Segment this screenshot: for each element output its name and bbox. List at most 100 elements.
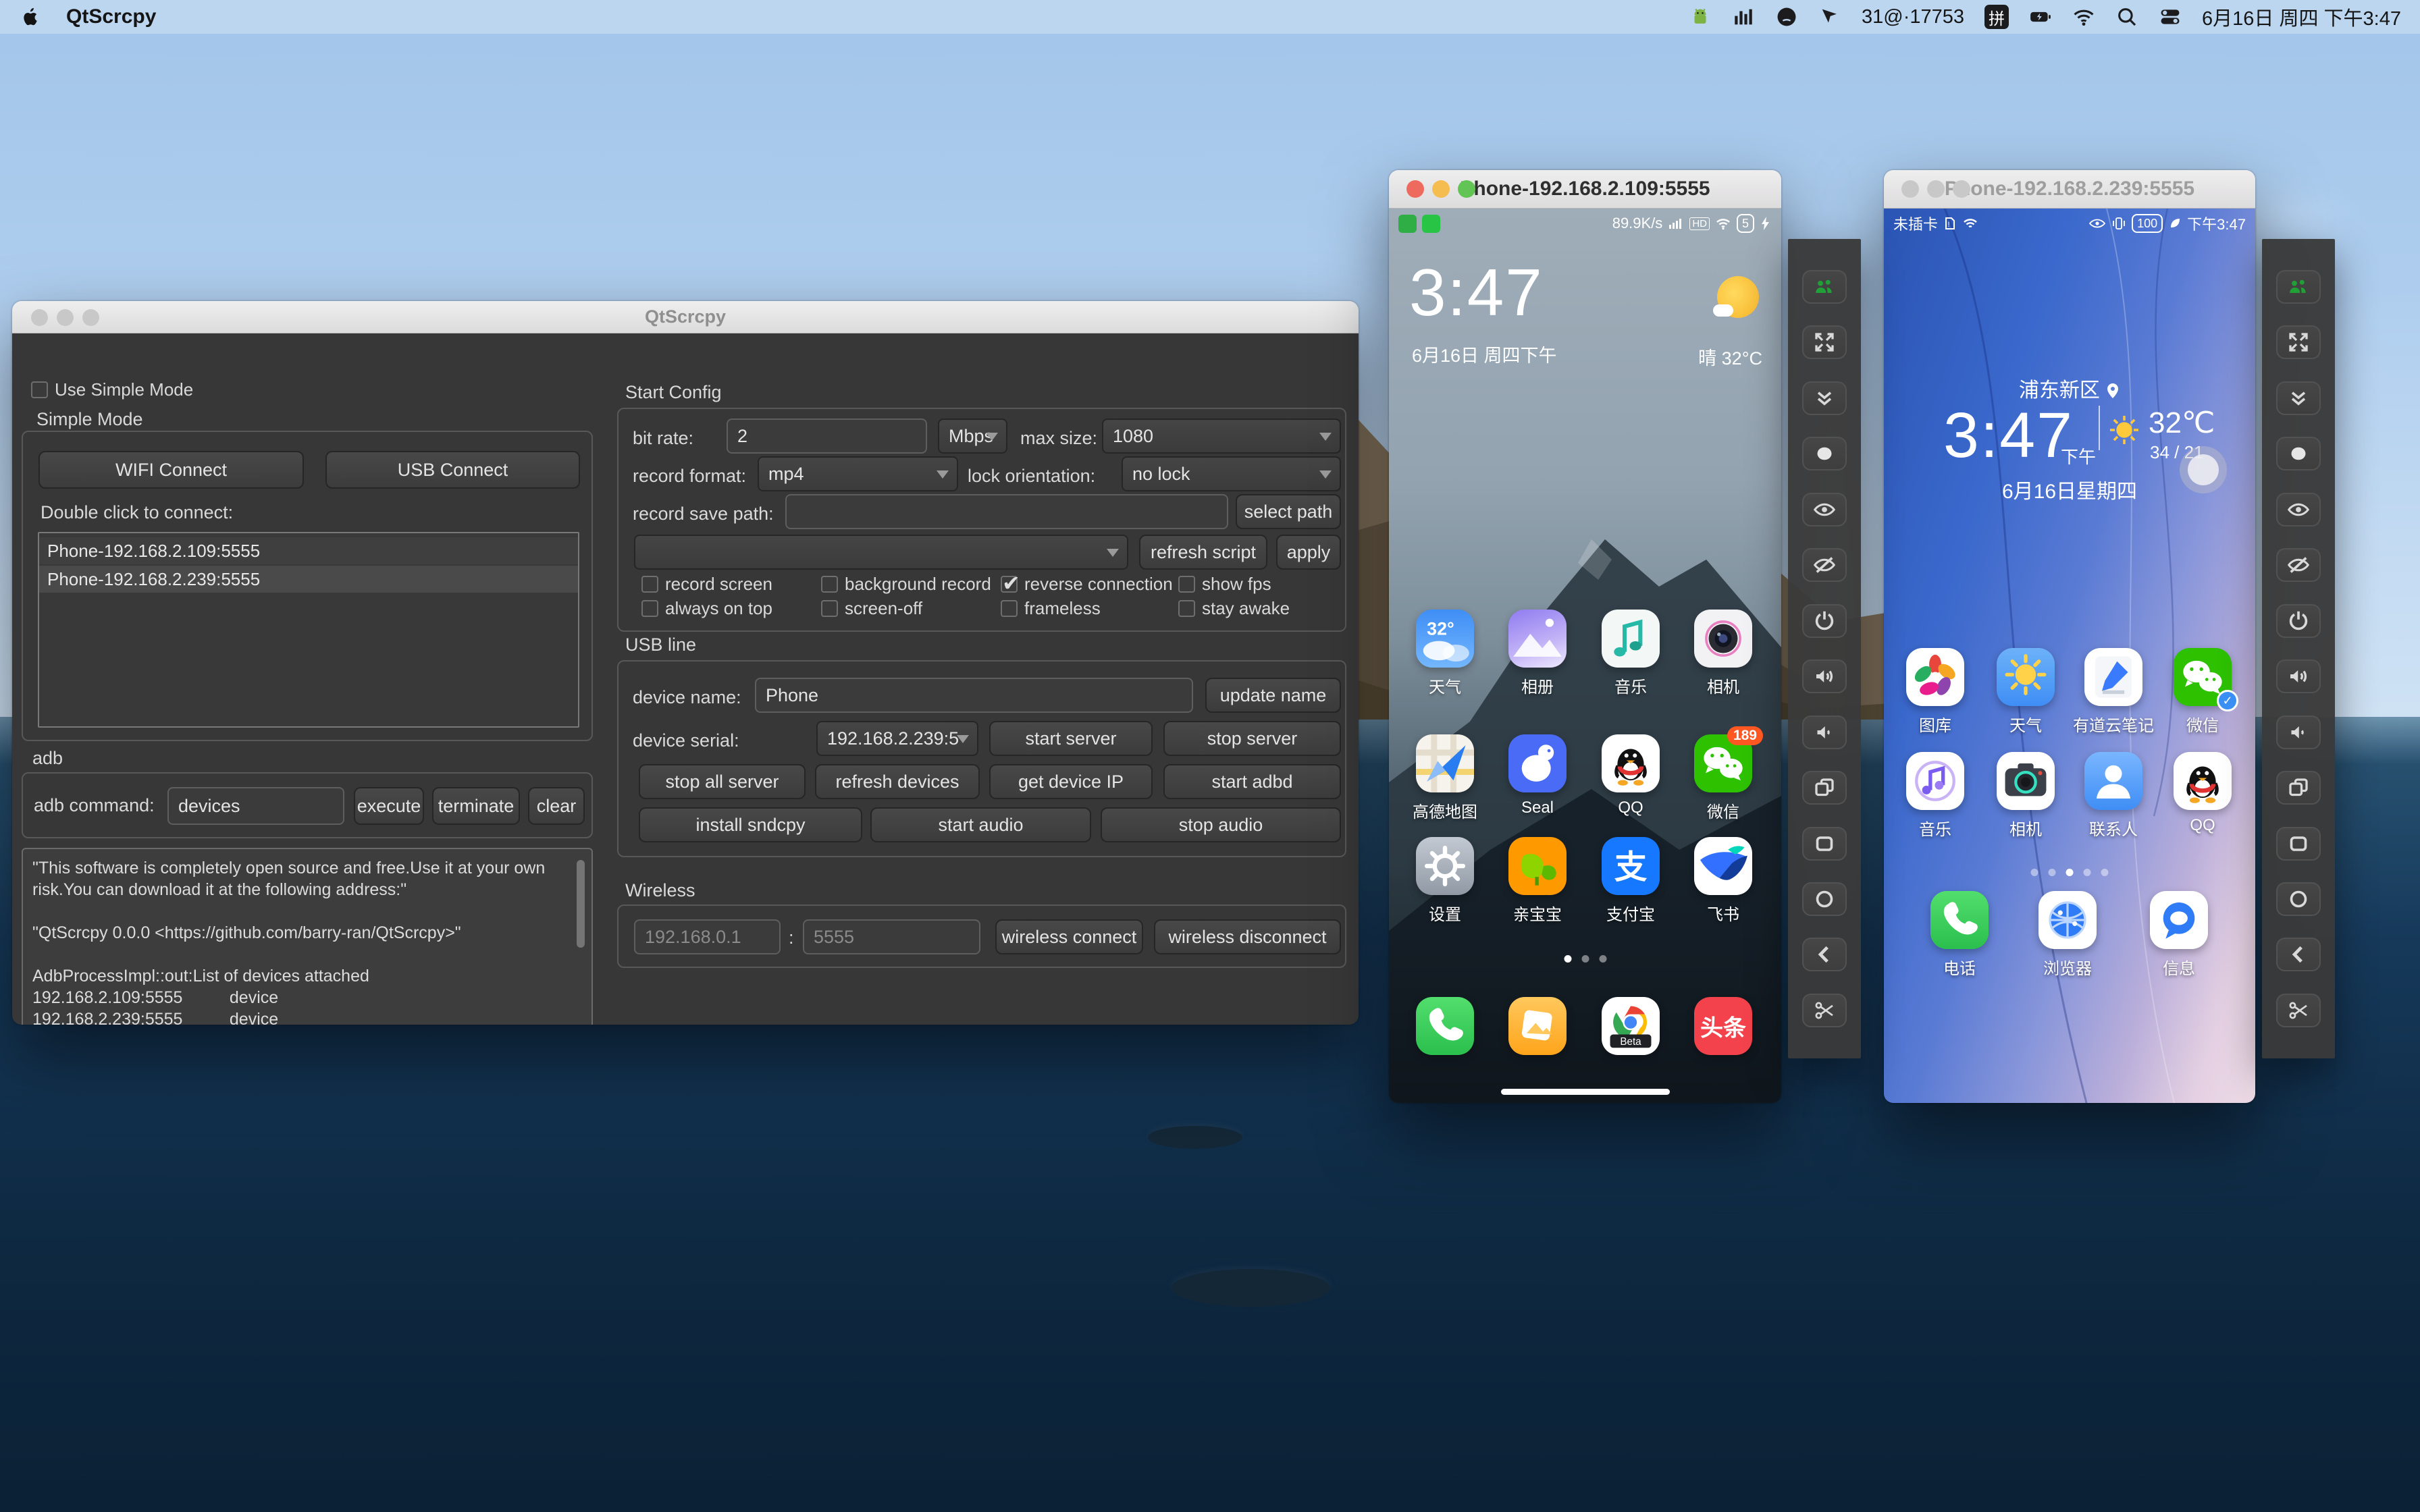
stop-audio-button[interactable]: stop audio [1101,807,1341,842]
apply-button[interactable]: apply [1276,535,1341,570]
back-button[interactable] [2276,938,2321,972]
menu-bar-app-name[interactable]: QtScrcpy [66,5,156,28]
checkbox-box[interactable] [821,600,838,617]
hw-weather-icon[interactable] [1997,648,2055,706]
app-相机[interactable]: 相机 [1991,752,2061,840]
assistive-ball[interactable] [2180,446,2227,493]
menu-bar-status-text[interactable]: 6月16日 周四 下午3:47 [2202,3,2401,31]
expand-notification-button[interactable] [2276,381,2321,415]
device-group-button[interactable] [2276,270,2321,304]
search-icon[interactable] [2115,5,2138,28]
qq-icon[interactable] [2174,752,2232,810]
select-path-button[interactable]: select path [1236,494,1341,529]
phone1-screen[interactable]: 89.9K/s HD 5 3:47 6月16日 周四下午 晴 32°C 32° 天… [1389,209,1781,1103]
wireless-ip-input[interactable]: 192.168.0.1 [634,919,781,954]
volume-up-button[interactable] [1802,659,1847,694]
ime-indicator[interactable]: 拼 [1984,5,2009,29]
home-circle-button[interactable] [2276,882,2321,916]
app-有道云笔记[interactable]: 有道云笔记 [2073,648,2154,736]
wireless-connect-button[interactable]: wireless connect [995,919,1143,954]
app-图库[interactable]: 图库 [1900,648,1970,736]
hide-screen-button[interactable] [1802,548,1847,583]
app-Seal[interactable]: Seal [1502,734,1573,817]
apple-logo-icon[interactable] [19,5,42,28]
app-亲宝宝[interactable]: 亲宝宝 [1502,837,1573,925]
start-adbd-button[interactable]: start adbd [1163,764,1341,799]
app-QQ[interactable]: QQ [1596,734,1666,817]
app-天气[interactable]: 32° 天气 [1410,610,1480,697]
settings-miui-icon[interactable] [1416,837,1474,895]
phone2-titlebar[interactable]: Phone-192.168.2.239:5555 [1884,170,2255,209]
checkbox-show-fps[interactable]: show fps [1178,574,1271,595]
app-相册[interactable]: 相册 [1502,610,1573,697]
device-list-item[interactable]: Phone-192.168.2.239:5555 [39,566,578,593]
power-button[interactable] [1802,603,1847,638]
checkbox-record-screen[interactable]: record screen [641,574,772,595]
refresh-devices-button[interactable]: refresh devices [815,764,980,799]
hide-screen-button[interactable] [2276,548,2321,583]
battery-charging-icon[interactable] [2029,5,2052,28]
gallery-miui-icon[interactable] [1508,610,1567,668]
dock-app-gallery-orange[interactable] [1502,997,1573,1055]
show-screen-button[interactable] [1802,492,1847,526]
qtscrcpy-titlebar[interactable]: QtScrcpy [12,301,1359,333]
fullscreen-button[interactable] [1802,325,1847,360]
volume-down-button[interactable] [1802,715,1847,749]
volume-down-button[interactable] [2276,715,2321,749]
checkbox-background-record[interactable]: background record [821,574,991,595]
bit-rate-unit-select[interactable]: Mbps [938,418,1007,454]
device-list[interactable]: Phone-192.168.2.109:5555 Phone-192.168.2.… [38,532,579,728]
seal-icon[interactable] [1508,734,1567,792]
alipay-icon[interactable]: 支 [1602,837,1660,895]
download-flag-icon[interactable] [1818,5,1841,28]
terminate-button[interactable]: terminate [432,787,520,825]
start-audio-button[interactable]: start audio [870,807,1091,842]
app-微信[interactable]: 189 微信 [1688,726,1763,822]
close-button[interactable] [1901,180,1919,198]
menu-bar-status-text[interactable]: 31@·17753 [1862,6,1964,28]
hw-music-icon[interactable] [1906,752,1964,810]
github-icon[interactable] [1775,5,1798,28]
weather-miui-icon[interactable]: 32° [1416,610,1474,668]
phone2-screen[interactable]: 未插卡 ! 100 下午3:47 浦东新区 3:47 下午 32℃ 34 / 2… [1884,209,2255,1103]
checkbox-frameless[interactable]: frameless [1001,598,1101,619]
stop-all-server-button[interactable]: stop all server [639,764,806,799]
max-size-select[interactable]: 1080 [1102,418,1341,454]
checkbox-screen-off[interactable]: screen-off [821,598,922,619]
screenshot-button[interactable] [1802,437,1847,471]
phone-call-icon[interactable] [1930,891,1989,949]
expand-notification-button[interactable] [1802,381,1847,415]
minimize-button[interactable] [57,309,74,326]
zoom-button[interactable] [1953,180,1970,198]
dock-app-电话[interactable]: 电话 [1924,891,1995,979]
app-switch-button[interactable] [1802,771,1847,805]
power-button[interactable] [2276,603,2321,638]
android-icon[interactable] [1689,5,1712,28]
stop-server-button[interactable]: stop server [1163,721,1341,756]
youdao-icon[interactable] [2084,648,2142,706]
camera-miui-icon[interactable] [1694,610,1752,668]
zoom-button[interactable] [82,309,99,326]
feishu-icon[interactable] [1694,837,1752,895]
show-screen-button[interactable] [2276,492,2321,526]
device-serial-select[interactable]: 192.168.2.239:5 [816,721,978,756]
back-button[interactable] [1802,938,1847,972]
minimize-button[interactable] [1927,180,1945,198]
app-相机[interactable]: 相机 [1688,610,1758,697]
dock-app-phone-call[interactable] [1410,997,1480,1055]
checkbox-stay-awake[interactable]: stay awake [1178,598,1290,619]
phone1-home-indicator[interactable] [1500,1089,1670,1095]
wifi-connect-button[interactable]: WIFI Connect [38,451,304,489]
screen-clip-button[interactable] [1802,993,1847,1027]
usb-connect-button[interactable]: USB Connect [325,451,580,489]
toutiao-icon[interactable]: 头条 [1694,997,1752,1055]
record-format-select[interactable]: mp4 [758,456,958,491]
refresh-script-button[interactable]: refresh script [1139,535,1267,570]
wechat-icon[interactable]: ✓ [2174,648,2238,711]
wireless-port-input[interactable]: 5555 [803,919,980,954]
app-音乐[interactable]: 音乐 [1900,752,1970,840]
screen-clip-button[interactable] [2276,993,2321,1027]
adb-log-output[interactable]: "This software is completely open source… [22,848,593,1025]
checkbox-always-on-top[interactable]: always on top [641,598,772,619]
menu-square-button[interactable] [1802,826,1847,861]
